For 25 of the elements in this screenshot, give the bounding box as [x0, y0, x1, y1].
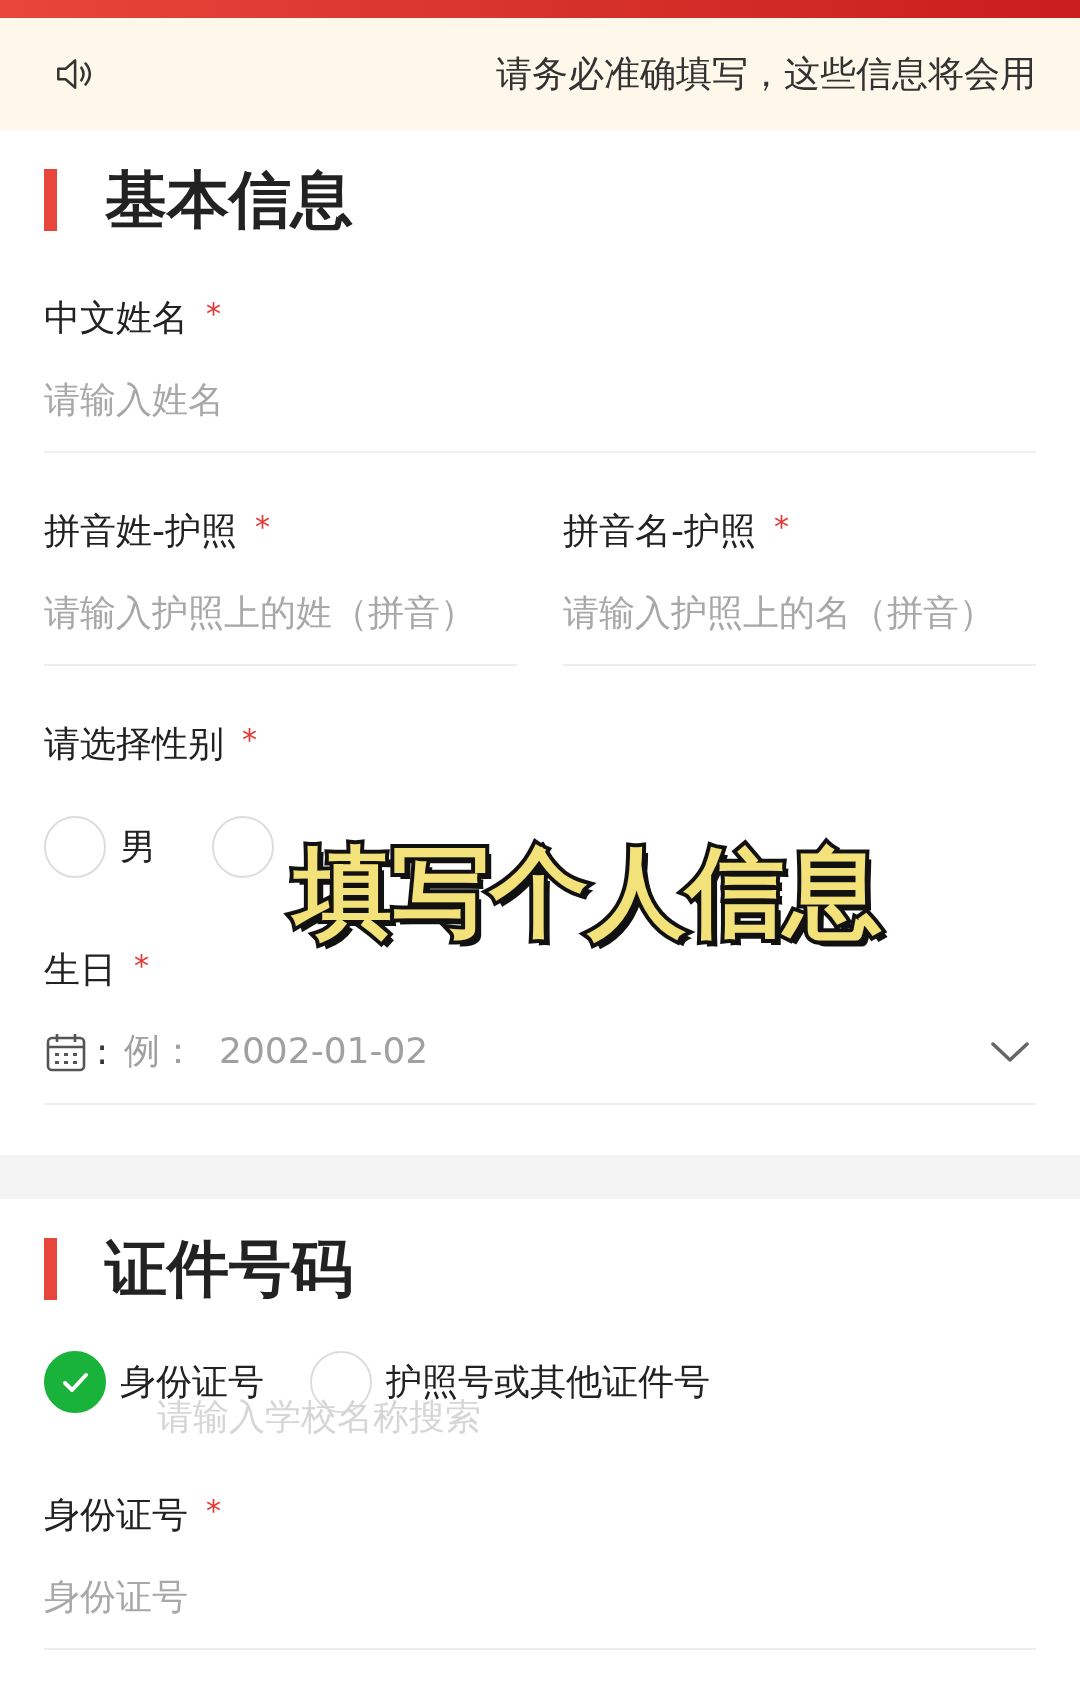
- heading-bar: [44, 169, 57, 231]
- input-field[interactable]: 请输入护照上的姓（拼音）: [44, 561, 517, 666]
- required-mark: *: [206, 1492, 221, 1530]
- date-field[interactable]: : 例： 2002-01-02: [44, 1000, 1036, 1105]
- field-label: 生日: [44, 948, 116, 992]
- chevron-down-icon: [990, 1039, 1030, 1064]
- section-title: 基本信息: [105, 162, 353, 238]
- field-label: 拼音姓-护照: [44, 509, 237, 553]
- heading-bar: [44, 1238, 57, 1300]
- field-label: 请选择性别: [44, 722, 224, 766]
- notice-text: 请务必准确填写，这些信息将会用: [496, 51, 1036, 96]
- input-field[interactable]: 身份证号: [44, 1545, 1036, 1650]
- input-field[interactable]: 请输入姓名: [44, 348, 1036, 453]
- required-mark: *: [242, 721, 257, 759]
- required-mark: *: [774, 508, 789, 546]
- field-label: 中文姓名: [44, 296, 188, 340]
- required-mark: *: [134, 947, 149, 985]
- input-field[interactable]: 请输入护照上的名（拼音）: [563, 561, 1036, 666]
- field-label: 身份证号: [44, 1493, 188, 1537]
- radio-label: 男: [120, 824, 156, 869]
- field-label: 拼音名-护照: [563, 509, 756, 553]
- required-mark: *: [206, 295, 221, 333]
- radio-label: 护照号或其他证件号: [386, 1359, 710, 1402]
- section-title: 证件号码: [105, 1231, 353, 1307]
- required-mark: *: [255, 508, 270, 546]
